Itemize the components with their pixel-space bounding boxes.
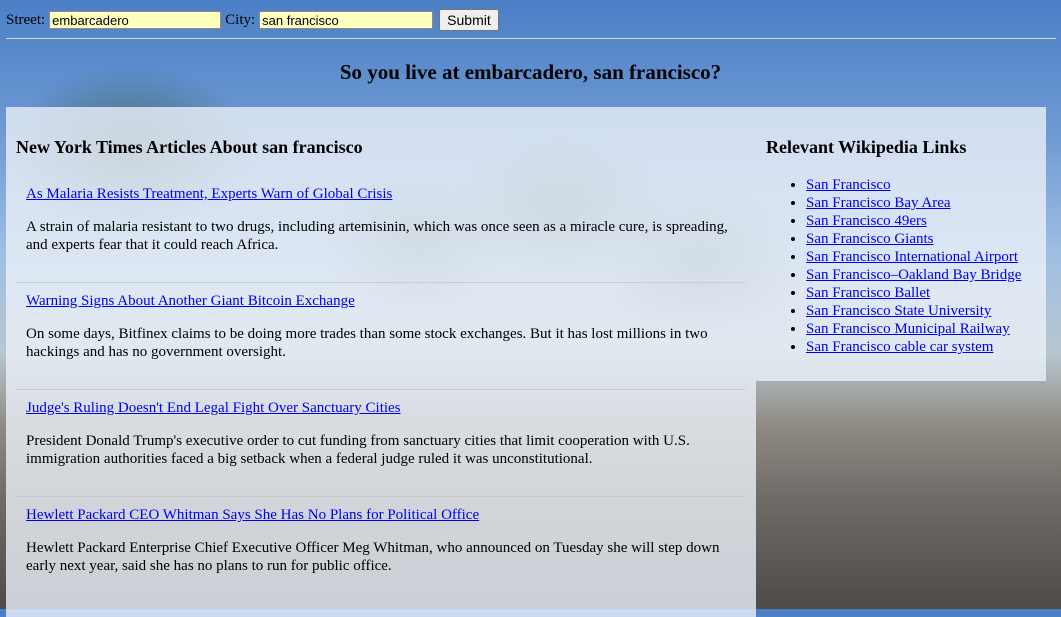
article-link[interactable]: Warning Signs About Another Giant Bitcoi…	[26, 293, 746, 310]
address-form: Street: City: Submit	[6, 9, 499, 31]
list-item: San Francisco State University	[806, 302, 1021, 320]
list-item: San Francisco 49ers	[806, 212, 1021, 230]
nyt-articles-panel: New York Times Articles About san franci…	[6, 107, 756, 617]
wikipedia-link[interactable]: San Francisco 49ers	[806, 213, 927, 229]
list-item: San Francisco International Airport	[806, 248, 1021, 266]
list-item: San Francisco Bay Area	[806, 194, 1021, 212]
wikipedia-link[interactable]: San Francisco Giants	[806, 231, 933, 247]
wikipedia-link[interactable]: San Francisco Bay Area	[806, 195, 951, 211]
article-item: Warning Signs About Another Giant Bitcoi…	[16, 293, 746, 390]
list-item: San Francisco Ballet	[806, 284, 1021, 302]
article-summary: A strain of malaria resistant to two dru…	[26, 219, 728, 253]
wikipedia-link[interactable]: San Francisco Ballet	[806, 285, 930, 301]
article-item: As Malaria Resists Treatment, Experts Wa…	[16, 186, 746, 283]
article-link[interactable]: As Malaria Resists Treatment, Experts Wa…	[26, 186, 746, 203]
article-summary: President Donald Trump's executive order…	[26, 433, 690, 467]
city-label: City:	[225, 11, 256, 28]
article-link[interactable]: Hewlett Packard CEO Whitman Says She Has…	[26, 507, 746, 524]
list-item: San Francisco Giants	[806, 230, 1021, 248]
header-divider	[6, 38, 1056, 39]
wikipedia-link[interactable]: San Francisco	[806, 177, 891, 193]
article-summary: On some days, Bitfinex claims to be doin…	[26, 326, 708, 360]
street-label: Street:	[6, 11, 46, 28]
page-heading: So you live at embarcadero, san francisc…	[339, 60, 722, 84]
list-item: San Francisco	[806, 176, 1021, 194]
wikipedia-link[interactable]: San Francisco Municipal Railway	[806, 321, 1010, 337]
article-summary: Hewlett Packard Enterprise Chief Executi…	[26, 540, 720, 574]
street-input[interactable]	[49, 11, 222, 29]
city-input[interactable]	[259, 11, 434, 29]
list-item: San Francisco Municipal Railway	[806, 320, 1021, 338]
wikipedia-link[interactable]: San Francisco International Airport	[806, 249, 1018, 265]
nyt-articles-title: New York Times Articles About san franci…	[16, 137, 363, 157]
submit-button[interactable]: Submit	[439, 9, 499, 31]
wikipedia-link-list: San Francisco San Francisco Bay Area San…	[766, 176, 1021, 356]
list-item: San Francisco–Oakland Bay Bridge	[806, 266, 1021, 284]
list-item: San Francisco cable car system	[806, 338, 1021, 356]
wikipedia-link[interactable]: San Francisco–Oakland Bay Bridge	[806, 267, 1021, 283]
article-link[interactable]: Judge's Ruling Doesn't End Legal Fight O…	[26, 400, 746, 417]
wikipedia-link[interactable]: San Francisco State University	[806, 303, 991, 319]
wikipedia-links-panel: Relevant Wikipedia Links San Francisco S…	[756, 107, 1046, 381]
article-item: Hewlett Packard CEO Whitman Says She Has…	[16, 507, 746, 604]
article-item: Judge's Ruling Doesn't End Legal Fight O…	[16, 400, 746, 497]
wikipedia-link[interactable]: San Francisco cable car system	[806, 339, 993, 355]
wikipedia-links-title: Relevant Wikipedia Links	[766, 137, 967, 157]
